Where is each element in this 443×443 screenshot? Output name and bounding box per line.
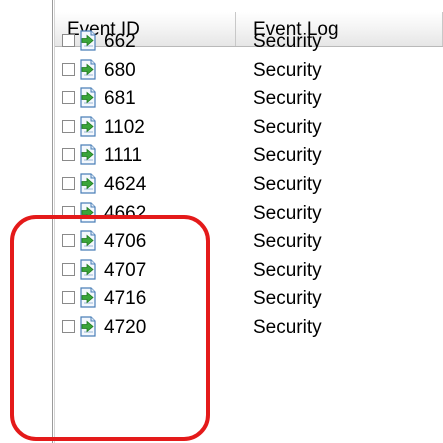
event-arrow-icon [80, 30, 96, 51]
table-row[interactable]: 4720 Security [55, 313, 443, 341]
event-arrow-icon [80, 201, 96, 223]
event-log-cell: Security [253, 59, 322, 81]
event-list-view: Event ID Event Log 662 Security 680 Securit… [55, 12, 443, 443]
row-checkbox[interactable] [62, 205, 75, 219]
event-id-cell: 4624 [104, 174, 147, 195]
event-id-cell: 681 [104, 88, 136, 110]
event-arrow-icon [80, 259, 96, 280]
event-id-cell: 4716 [104, 288, 147, 310]
row-checkbox[interactable] [62, 119, 75, 133]
row-checkbox[interactable] [62, 148, 75, 162]
event-id-cell: 1102 [104, 116, 145, 138]
event-log-cell: Security [253, 145, 322, 167]
event-log-cell: Security [253, 174, 322, 195]
event-log-cell: Security [253, 116, 322, 138]
event-id-cell: 680 [104, 59, 136, 81]
row-checkbox[interactable] [62, 34, 75, 47]
event-id-cell: 662 [104, 31, 136, 52]
event-log-cell: Security [253, 231, 322, 253]
event-log-cell: Security [253, 202, 322, 224]
screenshot: Event ID Event Log 662 Security 680 Securit… [0, 0, 443, 443]
table-row[interactable]: 681 Security [55, 84, 443, 112]
event-id-cell: 4720 [104, 317, 147, 338]
table-row[interactable]: 1111 Security [55, 141, 443, 169]
event-arrow-icon [80, 58, 96, 80]
event-arrow-icon [80, 144, 96, 165]
pane-divider[interactable] [52, 0, 53, 443]
row-checkbox[interactable] [62, 291, 75, 305]
event-log-cell: Security [253, 317, 322, 338]
event-id-cell: 1111 [104, 145, 143, 167]
event-arrow-icon [80, 116, 96, 137]
event-id-cell: 4706 [104, 231, 147, 253]
table-row[interactable]: 4706 Security [55, 227, 443, 255]
event-log-cell: Security [253, 88, 322, 110]
event-arrow-icon [80, 287, 96, 308]
row-checkbox[interactable] [62, 234, 75, 248]
event-log-cell: Security [253, 288, 322, 310]
row-checkbox[interactable] [62, 62, 75, 76]
left-pane [0, 0, 52, 443]
table-row[interactable]: 662 Security [55, 27, 443, 55]
row-checkbox[interactable] [62, 262, 75, 276]
event-log-cell: Security [253, 31, 322, 52]
row-checkbox[interactable] [62, 177, 75, 190]
event-arrow-icon [80, 230, 96, 251]
table-row[interactable]: 4662 Security [55, 199, 443, 227]
table-row[interactable]: 4716 Security [55, 284, 443, 312]
event-arrow-icon [80, 316, 96, 337]
row-checkbox[interactable] [62, 320, 75, 333]
event-id-cell: 4662 [104, 202, 147, 224]
table-row[interactable]: 4707 Security [55, 256, 443, 284]
event-arrow-icon [80, 173, 96, 194]
table-row[interactable]: 4624 Security [55, 170, 443, 198]
table-row[interactable]: 680 Security [55, 56, 443, 84]
table-row[interactable]: 1102 Security [55, 113, 443, 141]
event-log-cell: Security [253, 259, 322, 281]
event-arrow-icon [80, 87, 96, 108]
event-id-cell: 4707 [104, 259, 147, 281]
row-checkbox[interactable] [62, 91, 75, 105]
